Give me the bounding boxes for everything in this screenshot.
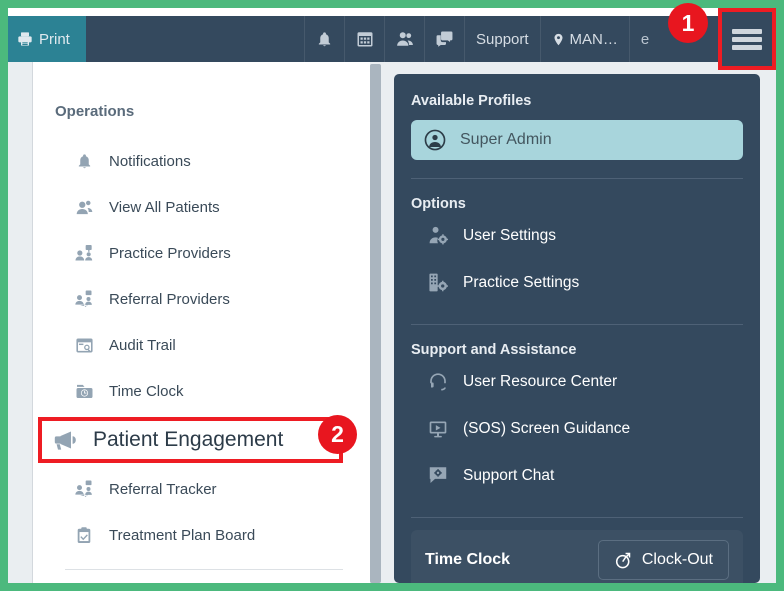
people-icon <box>73 196 95 218</box>
sidebar-item-label: Treatment Plan Board <box>109 526 256 544</box>
audit-search-icon <box>73 334 95 356</box>
support-item-sos-screen-guidance[interactable]: (SOS) Screen Guidance <box>411 405 743 452</box>
support-item-support-chat[interactable]: Support Chat <box>411 452 743 499</box>
time-clock-label: Time Clock <box>425 551 511 568</box>
option-practice-settings[interactable]: Practice Settings <box>411 259 743 306</box>
sidebar-item-practice-providers[interactable]: Practice Providers <box>33 230 373 276</box>
available-profiles-title: Available Profiles <box>411 93 532 109</box>
people-icon <box>395 30 415 48</box>
print-button[interactable]: Print <box>8 16 86 62</box>
sidebar-item-label: Referral Tracker <box>109 480 217 498</box>
bell-icon-button[interactable] <box>304 16 344 62</box>
bell-icon <box>73 150 95 172</box>
sidebar-item-view-all-patients[interactable]: View All Patients <box>33 184 373 230</box>
annotation-badge-1: 1 <box>668 3 708 43</box>
profile-super-admin[interactable]: Super Admin <box>411 120 743 160</box>
sidebar-scrollbar-thumb[interactable] <box>370 64 381 583</box>
chat-gear-icon <box>427 465 449 487</box>
location-selector[interactable]: MAN… <box>539 16 629 62</box>
support-item-label: Support Chat <box>463 466 555 484</box>
panel-divider-3 <box>411 517 743 518</box>
building-gear-icon <box>427 272 449 294</box>
provider-group-icon <box>73 242 95 264</box>
calendar-icon <box>356 30 374 48</box>
sidebar-scrollbar[interactable] <box>370 62 381 583</box>
sidebar-item-label: Practice Providers <box>109 244 231 262</box>
user-menu[interactable]: e <box>628 16 660 62</box>
sidebar-item-time-clock[interactable]: Time Clock <box>33 368 373 414</box>
sidebar-item-treatment-plan-board[interactable]: Treatment Plan Board <box>33 512 373 558</box>
option-user-settings[interactable]: User Settings <box>411 212 743 259</box>
chat-icon <box>435 30 454 48</box>
time-clock-icon <box>73 380 95 402</box>
print-label: Print <box>39 30 70 48</box>
chat-icon-button[interactable] <box>424 16 464 62</box>
location-label: MAN… <box>569 30 618 48</box>
support-button[interactable]: Support <box>464 16 540 62</box>
clock-out-button[interactable]: Clock-Out <box>597 540 729 580</box>
panel-divider-1 <box>411 178 743 179</box>
operations-title: Operations <box>55 103 135 120</box>
option-label: Practice Settings <box>463 273 580 291</box>
annotation-badge-2: 2 <box>318 415 357 454</box>
bell-icon <box>316 30 333 49</box>
sidebar-item-label: Patient Engagement <box>93 428 284 451</box>
support-assistance-title: Support and Assistance <box>411 342 577 358</box>
sidebar-item-referral-providers[interactable]: Referral Providers <box>33 276 373 322</box>
sidebar-item-label: Referral Providers <box>109 290 230 308</box>
user-circle-icon <box>424 129 446 151</box>
support-item-label: (SOS) Screen Guidance <box>463 419 631 437</box>
option-label: User Settings <box>463 226 557 244</box>
sidebar-item-label: Audit Trail <box>109 336 176 354</box>
top-header-bar: Print Support MAN… e <box>8 16 776 62</box>
options-title: Options <box>411 196 466 212</box>
clock-arrow-icon <box>614 551 633 570</box>
sidebar-divider <box>65 569 343 570</box>
sidebar-item-referral-tracker[interactable]: Referral Tracker <box>33 466 373 512</box>
support-label: Support <box>476 30 529 48</box>
support-item-label: User Resource Center <box>463 372 618 390</box>
sidebar-item-label: View All Patients <box>109 198 220 216</box>
operations-menu-list: Notifications View All Patients Practice… <box>33 138 373 558</box>
app-frame: Print Support MAN… e Operations Notifica… <box>8 8 776 583</box>
profile-label: Super Admin <box>460 131 552 148</box>
people-icon-button[interactable] <box>384 16 424 62</box>
calendar-icon-button[interactable] <box>344 16 384 62</box>
print-icon <box>17 31 33 47</box>
headset-icon <box>427 371 449 393</box>
referral-tracker-icon <box>73 478 95 500</box>
panel-divider-2 <box>411 324 743 325</box>
time-clock-card: Time Clock Clock-Out <box>411 530 743 583</box>
megaphone-icon <box>51 429 81 451</box>
sidebar-item-label: Time Clock <box>109 382 184 400</box>
operations-menu-panel: Operations Notifications View All Patien… <box>32 62 372 583</box>
header-spacer <box>86 16 304 62</box>
hamburger-menu-button[interactable] <box>718 8 776 70</box>
profile-panel: Available Profiles Super Admin Options U… <box>394 74 760 583</box>
referral-provider-icon <box>73 288 95 310</box>
support-item-user-resource-center[interactable]: User Resource Center <box>411 358 743 405</box>
content-area: Operations Notifications View All Patien… <box>8 62 776 583</box>
sidebar-item-label: Notifications <box>109 152 191 170</box>
sidebar-item-notifications[interactable]: Notifications <box>33 138 373 184</box>
clock-out-label: Clock-Out <box>641 551 713 568</box>
user-gear-icon <box>427 225 449 247</box>
sidebar-item-audit-trail[interactable]: Audit Trail <box>33 322 373 368</box>
hamburger-icon <box>732 26 762 53</box>
screen-share-icon <box>427 418 449 440</box>
clipboard-check-icon <box>73 524 95 546</box>
user-label: e <box>640 30 650 48</box>
location-pin-icon <box>552 31 565 48</box>
